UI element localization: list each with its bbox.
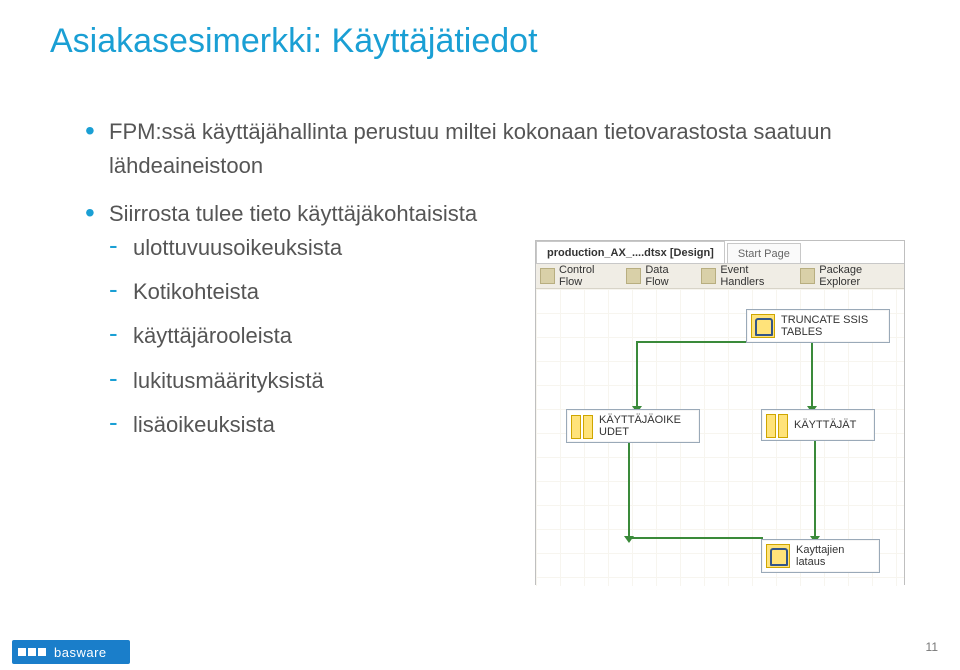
tool-data-flow: Data Flow <box>626 264 691 288</box>
basware-logo: basware <box>12 640 130 664</box>
tab-start-page: Start Page <box>727 243 801 263</box>
node-oikeudet-label: KÄYTTÄJÄOIKE UDET <box>599 414 681 438</box>
logo-text: basware <box>54 645 107 660</box>
dataflow-task-icon <box>571 415 593 437</box>
footer: basware 11 <box>0 636 960 670</box>
tab-design-file: production_AX_....dtsx [Design] <box>536 241 725 263</box>
node-kayttajaoikeudet: KÄYTTÄJÄOIKE UDET <box>566 409 700 443</box>
event-handlers-icon <box>701 268 716 284</box>
flow-connector <box>628 537 763 539</box>
page-number: 11 <box>926 640 938 654</box>
sql-task-icon <box>751 314 775 338</box>
designer-tabbar: production_AX_....dtsx [Design] Start Pa… <box>536 241 904 264</box>
bullet-1: FPM:ssä käyttäjähallinta perustuu miltei… <box>85 115 960 183</box>
tool-event-handlers: Event Handlers <box>701 264 790 288</box>
flow-arrow <box>636 341 638 407</box>
tool-package-explorer: Package Explorer <box>800 264 900 288</box>
node-lataus-label: Kayttajien lataus <box>796 544 844 568</box>
package-explorer-icon <box>800 268 815 284</box>
node-kayttajat: KÄYTTÄJÄT <box>761 409 875 441</box>
tool-event-handlers-label: Event Handlers <box>720 264 790 288</box>
tool-control-flow: Control Flow <box>540 264 616 288</box>
tool-data-flow-label: Data Flow <box>645 264 691 288</box>
node-truncate-label: TRUNCATE SSIS TABLES <box>781 314 868 338</box>
designer-canvas: TRUNCATE SSIS TABLES KÄYTTÄJÄOIKE UDET K… <box>536 289 904 586</box>
flow-arrow <box>811 341 813 407</box>
flow-arrow <box>628 441 630 537</box>
control-flow-icon <box>540 268 555 284</box>
logo-squares-icon <box>18 648 48 656</box>
tool-control-flow-label: Control Flow <box>559 264 616 288</box>
dataflow-task-icon <box>766 414 788 436</box>
sql-task-icon <box>766 544 790 568</box>
node-kayttajat-label: KÄYTTÄJÄT <box>794 419 856 431</box>
tool-package-explorer-label: Package Explorer <box>819 264 900 288</box>
slide-title: Asiakasesimerkki: Käyttäjätiedot <box>50 22 538 61</box>
data-flow-icon <box>626 268 641 284</box>
bullet-2-text: Siirrosta tulee tieto käyttäjäkohtaisist… <box>109 201 477 226</box>
node-truncate-ssis-tables: TRUNCATE SSIS TABLES <box>746 309 890 343</box>
node-kayttajien-lataus: Kayttajien lataus <box>761 539 880 573</box>
flow-arrow <box>814 441 816 537</box>
ssis-designer-screenshot: production_AX_....dtsx [Design] Start Pa… <box>535 240 905 585</box>
designer-toolbar: Control Flow Data Flow Event Handlers Pa… <box>536 264 904 289</box>
bullet-1-text: FPM:ssä käyttäjähallinta perustuu miltei… <box>109 119 832 178</box>
